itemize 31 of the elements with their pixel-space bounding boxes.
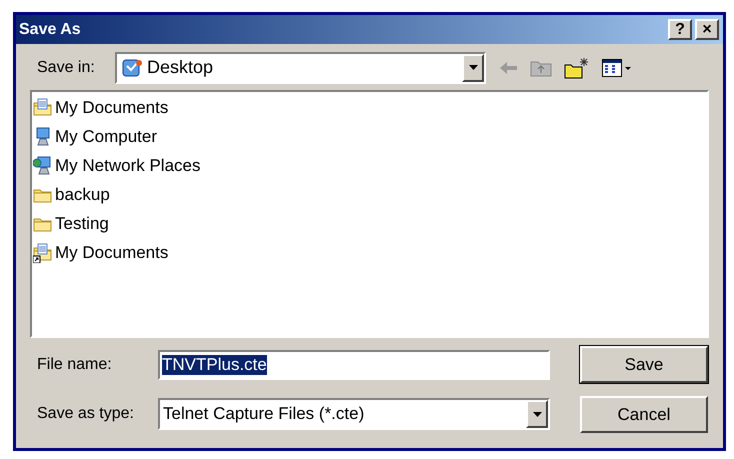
documents-folder-icon xyxy=(33,98,53,118)
file-list-item[interactable]: Testing xyxy=(33,209,111,238)
save-in-label: Save in: xyxy=(37,58,96,78)
file-list-item[interactable]: My Documents xyxy=(33,93,170,122)
shortcut-folder-icon xyxy=(33,242,53,262)
file-list-item[interactable]: My Computer xyxy=(33,122,160,151)
up-folder-icon[interactable] xyxy=(530,58,552,76)
caret-icon xyxy=(532,412,542,416)
new-folder-icon[interactable] xyxy=(564,56,590,78)
file-list-item[interactable]: My Network Places xyxy=(33,151,202,180)
close-button[interactable]: × xyxy=(695,19,719,40)
save-in-dropdown[interactable]: Desktop xyxy=(115,52,486,84)
file-list-item[interactable]: backup xyxy=(33,180,112,209)
dropdown-arrow-button[interactable] xyxy=(526,400,548,428)
dialog-button[interactable]: Save xyxy=(580,346,708,383)
dialog-button[interactable]: Cancel xyxy=(580,396,708,433)
caret-icon xyxy=(468,65,478,70)
help-button[interactable]: ? xyxy=(668,19,692,40)
file-list-item[interactable]: My Documents xyxy=(33,238,170,267)
file-name-field[interactable]: TNVTPlus.cte xyxy=(158,350,550,380)
network-computer-icon xyxy=(33,156,53,176)
save-in-value: Desktop xyxy=(147,56,214,79)
window-title: Save As xyxy=(19,20,82,40)
save-as-type-label: Save as type: xyxy=(37,404,135,424)
desktop-icon xyxy=(122,58,142,78)
file-name-label: File name: xyxy=(37,355,113,375)
dropdown-arrow-button[interactable] xyxy=(462,54,484,82)
save-as-type-value: Telnet Capture Files (*.cte) xyxy=(163,403,366,426)
view-menu-icon[interactable] xyxy=(602,58,632,78)
file-name-value: TNVTPlus.cte xyxy=(162,355,267,375)
save-as-type-dropdown[interactable]: Telnet Capture Files (*.cte) xyxy=(158,398,550,430)
